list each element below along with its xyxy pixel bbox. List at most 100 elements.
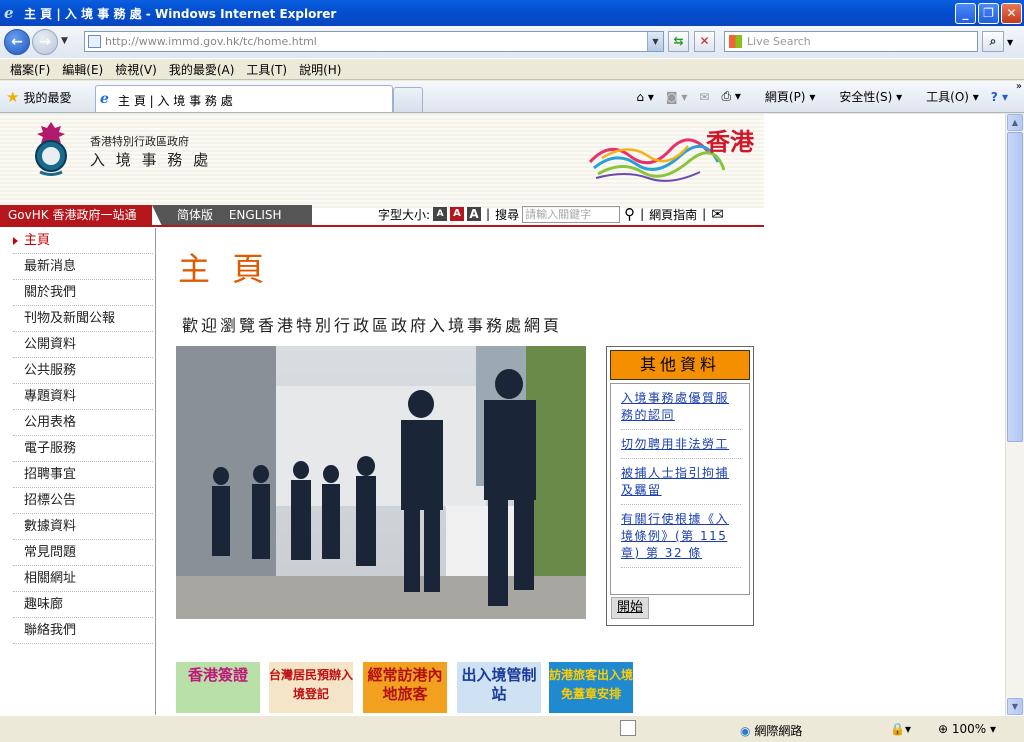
nav-item[interactable]: 數據資料 bbox=[13, 514, 153, 540]
chevron-right-icon[interactable]: » bbox=[1016, 81, 1022, 92]
home-icon[interactable]: ⌂ ▾ bbox=[636, 90, 653, 104]
nav-item[interactable]: 公開資料 bbox=[13, 332, 153, 358]
window-title: 主 頁 | 入 境 事 務 處 - Windows Internet Explo… bbox=[24, 6, 337, 21]
site-tools: 字型大小: A A A | 搜尋 請輸入關鍵字 ⚲ | 網頁指南 | ✉ bbox=[378, 204, 724, 224]
nav-item[interactable]: 最新消息 bbox=[13, 254, 153, 280]
page-icon bbox=[88, 35, 101, 48]
address-input[interactable]: http://www.immd.gov.hk/tc/home.html ▼ bbox=[84, 31, 664, 52]
promo-banner[interactable]: 香港簽證 bbox=[176, 662, 260, 713]
back-button[interactable]: ← bbox=[4, 29, 30, 55]
zone-indicator: ◉ 網際網路 bbox=[740, 722, 802, 739]
start-button[interactable]: 開始 bbox=[611, 597, 649, 619]
nav-item[interactable]: 專題資料 bbox=[13, 384, 153, 410]
other-info-link[interactable]: 入境事務處優質服務的認同 bbox=[621, 390, 741, 430]
other-info-link[interactable]: 被捕人士指引拘捕及羈留 bbox=[621, 465, 741, 505]
search-label: 搜尋 bbox=[495, 207, 520, 222]
refresh-button[interactable]: ⇆ bbox=[668, 31, 689, 52]
scroll-thumb[interactable] bbox=[1007, 132, 1023, 442]
other-info-link[interactable]: 有關行使根據《入境條例》(第 115 章) 第 32 條 bbox=[621, 511, 741, 568]
promo-banner[interactable]: 出入境管制站 bbox=[457, 662, 541, 713]
nav-item[interactable]: 主頁 bbox=[13, 228, 153, 254]
nav-item[interactable]: 刊物及新聞公報 bbox=[13, 306, 153, 332]
font-small-button[interactable]: A bbox=[433, 207, 448, 221]
scroll-up-icon[interactable]: ▲ bbox=[1007, 114, 1023, 131]
status-bar: ◉ 網際網路 🔒▾ ⊕ 100% ▾ bbox=[0, 715, 1024, 742]
nav-item[interactable]: 關於我們 bbox=[13, 280, 153, 306]
zoom-control[interactable]: ⊕ 100% ▾ bbox=[938, 722, 996, 736]
page-menu[interactable]: 網頁(P) ▾ bbox=[753, 88, 815, 105]
zoom-icon: ⊕ bbox=[938, 722, 949, 736]
menu-tools[interactable]: 工具(T) bbox=[246, 61, 287, 78]
promo-banner[interactable]: 經常訪港內地旅客 bbox=[363, 662, 447, 713]
forward-button[interactable]: → bbox=[32, 29, 58, 55]
nav-item[interactable]: 常見問題 bbox=[13, 540, 153, 566]
scroll-down-icon[interactable]: ▼ bbox=[1007, 698, 1023, 715]
brand-hk-text: 香港 bbox=[706, 127, 754, 156]
email-icon[interactable]: ✉ bbox=[711, 205, 724, 223]
lang-simplified-link[interactable]: 简体版 bbox=[177, 208, 213, 222]
star-icon: ★ bbox=[6, 88, 20, 106]
nav-item[interactable]: 電子服務 bbox=[13, 436, 153, 462]
search-button[interactable]: ⌕ bbox=[982, 31, 1004, 52]
page-menu-label: 網頁(P) bbox=[764, 90, 806, 104]
promo-banner[interactable]: 台灣居民預辦入境登記 bbox=[269, 662, 353, 713]
nav-item[interactable]: 聯絡我們 bbox=[13, 618, 153, 644]
favorites-label: 我的最愛 bbox=[23, 91, 72, 105]
nav-item[interactable]: 公共服務 bbox=[13, 358, 153, 384]
menu-bar: 檔案(F) 編輯(E) 檢視(V) 我的最愛(A) 工具(T) 說明(H) bbox=[0, 58, 1024, 80]
search-icon[interactable]: ⚲ bbox=[624, 205, 635, 223]
nav-item[interactable]: 招聘事宜 bbox=[13, 462, 153, 488]
menu-favorites[interactable]: 我的最愛(A) bbox=[169, 61, 235, 78]
protected-mode-icon[interactable]: 🔒▾ bbox=[890, 722, 911, 736]
mail-icon[interactable]: ✉ bbox=[699, 90, 709, 104]
promo-banner[interactable]: 訪港旅客出入境免蓋章安排 bbox=[549, 662, 633, 713]
dept-name-line2: 入 境 事 務 處 bbox=[90, 151, 212, 169]
vertical-scrollbar[interactable]: ▲ ▼ bbox=[1005, 114, 1024, 715]
safety-menu[interactable]: 安全性(S) ▾ bbox=[827, 88, 902, 105]
menu-help[interactable]: 說明(H) bbox=[299, 61, 341, 78]
ie-tab-icon: e bbox=[100, 91, 109, 107]
zone-label: 網際網路 bbox=[754, 724, 803, 738]
history-dropdown-icon[interactable]: ▼ bbox=[61, 36, 68, 46]
tools-menu[interactable]: 工具(O) ▾ bbox=[914, 88, 979, 105]
minimize-button[interactable]: _ bbox=[955, 3, 976, 24]
close-button[interactable]: ✕ bbox=[1001, 3, 1022, 24]
menu-view[interactable]: 檢視(V) bbox=[115, 61, 157, 78]
help-icon[interactable]: ? ▾ bbox=[991, 90, 1008, 104]
welcome-text: 歡迎瀏覽香港特別行政區政府入境事務處網頁 bbox=[182, 316, 563, 335]
address-text: http://www.immd.gov.hk/tc/home.html bbox=[105, 35, 317, 48]
windows-logo-icon bbox=[729, 35, 742, 48]
nav-item[interactable]: 招標公告 bbox=[13, 488, 153, 514]
title-bar: e 主 頁 | 入 境 事 務 處 - Windows Internet Exp… bbox=[0, 0, 1024, 26]
globe-icon: ◉ bbox=[740, 724, 751, 738]
other-info-title: 其他資料 bbox=[610, 350, 750, 380]
search-options-icon[interactable]: ▼ bbox=[1007, 38, 1013, 47]
live-search-input[interactable]: Live Search bbox=[724, 31, 978, 52]
address-dropdown-icon[interactable]: ▼ bbox=[647, 32, 663, 51]
divider: | bbox=[486, 207, 491, 221]
other-info-panel: 其他資料 入境事務處優質服務的認同 切勿聘用非法勞工 被捕人士指引拘捕及羈留 有… bbox=[606, 346, 754, 626]
nav-item[interactable]: 相關網址 bbox=[13, 566, 153, 592]
menu-edit[interactable]: 編輯(E) bbox=[62, 61, 103, 78]
rss-icon[interactable]: ◙ ▾ bbox=[666, 90, 687, 104]
lang-english-link[interactable]: ENGLISH bbox=[229, 208, 282, 222]
page-status-icon bbox=[620, 720, 636, 736]
tab-home[interactable]: e 主 頁 | 入 境 事 務 處 bbox=[95, 85, 393, 112]
nav-item[interactable]: 公用表格 bbox=[13, 410, 153, 436]
font-large-button[interactable]: A bbox=[467, 207, 482, 221]
live-search-placeholder: Live Search bbox=[747, 35, 811, 48]
menu-file[interactable]: 檔案(F) bbox=[10, 61, 50, 78]
other-info-link[interactable]: 切勿聘用非法勞工 bbox=[621, 436, 741, 459]
site-search-input[interactable]: 請輸入關鍵字 bbox=[522, 205, 621, 223]
stop-button[interactable]: ✕ bbox=[694, 31, 715, 52]
address-row: ← → ▼ http://www.immd.gov.hk/tc/home.htm… bbox=[0, 26, 1024, 58]
font-medium-button[interactable]: A bbox=[450, 207, 465, 221]
govhk-link[interactable]: GovHK 香港政府一站通 bbox=[0, 205, 152, 226]
favorites-button[interactable]: ★ 我的最愛 bbox=[6, 88, 71, 106]
restore-button[interactable]: ❐ bbox=[978, 3, 999, 24]
tab-label: 主 頁 | 入 境 事 務 處 bbox=[118, 94, 233, 108]
print-icon[interactable]: ⎙ ▾ bbox=[721, 89, 740, 104]
new-tab-button[interactable] bbox=[393, 87, 423, 112]
site-guide-link[interactable]: 網頁指南 bbox=[649, 206, 697, 223]
nav-item[interactable]: 趣味廊 bbox=[13, 592, 153, 618]
